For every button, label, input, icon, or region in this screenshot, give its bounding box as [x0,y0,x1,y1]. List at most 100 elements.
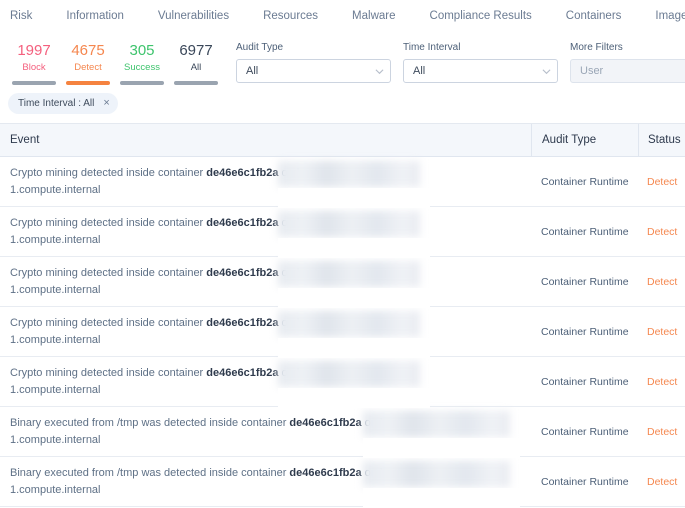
filter-chip-label: Time Interval : All [18,98,95,109]
tab-label: Malware [352,10,396,22]
tab-containers[interactable]: Containers [566,10,622,31]
time-interval-filter: Time Interval All [403,42,558,83]
column-header-event[interactable]: Event [0,124,531,156]
more-filters-value: User [580,65,604,77]
event-host-suffix: 1.compute.internal [10,334,101,346]
event-host-suffix: 1.compute.internal [10,384,101,396]
table-row[interactable]: Crypto mining detected inside container … [0,357,685,408]
filter-chip[interactable]: Time Interval : All × [8,93,118,114]
redacted-hostname [363,411,510,437]
stat-card-all[interactable]: 6977 All [170,42,222,85]
event-description: Crypto mining detected inside container … [10,165,531,182]
audit-events-table: Event Audit Type Status Crypto mining de… [0,123,685,508]
cell-status[interactable]: Detect [638,226,685,238]
cell-audit-type: Container Runtime [541,326,629,338]
redacted-hostname [278,261,420,287]
event-host-suffix: 1.compute.internal [10,234,101,246]
cell-audit-type: Container Runtime [541,276,629,288]
stat-label: Detect [74,62,102,73]
stat-value: 4675 [71,42,105,59]
status-summary-stats: 1997 Block 4675 Detect 305 Success 6977 All [8,42,224,85]
close-icon[interactable]: × [103,98,109,109]
event-description: Crypto mining detected inside container … [10,365,531,382]
tab-label: Vulnerabilities [157,10,230,22]
cell-status[interactable]: Detect [638,376,685,388]
cell-audit-type: Container Runtime [541,476,629,488]
stat-label: All [190,62,202,73]
cell-status[interactable]: Detect [638,276,685,288]
tab-label: Containers [565,10,622,22]
event-prefix: Crypto mining detected inside container [10,167,207,179]
tab-images[interactable]: Images [655,10,685,31]
redacted-hostname [278,311,420,337]
event-description: Crypto mining detected inside container … [10,265,531,282]
more-filters-label: More Filters [570,42,623,53]
audit-type-value: All [246,65,259,77]
cell-status[interactable]: Detect [638,326,685,338]
column-header-status[interactable]: Status [638,124,685,156]
container-id: de46e6c1fb2a [206,217,279,229]
table-row[interactable]: Binary executed from /tmp was detected i… [0,457,685,508]
stat-value: 6977 [179,42,213,59]
cell-event: Crypto mining detected inside container … [0,207,531,258]
tab-vulnerabilities[interactable]: Vulnerabilities [158,10,229,31]
stat-card-detect[interactable]: 4675 Detect [62,42,114,85]
event-prefix: Crypto mining detected inside container [10,367,207,379]
tab-malware[interactable]: Malware [352,10,395,31]
event-prefix: Binary executed from /tmp was detected i… [10,417,290,429]
redacted-hostname [278,361,420,387]
cell-audit-type: Container Runtime [541,376,629,388]
event-prefix: Binary executed from /tmp was detected i… [10,467,290,479]
time-interval-value: All [413,65,426,77]
event-host-suffix: 1.compute.internal [10,184,101,196]
tab-label: Information [66,10,124,22]
redaction-mask [363,438,520,458]
tab-information[interactable]: Information [66,10,124,31]
event-host-suffix: 1.compute.internal [10,284,101,296]
cell-audit-type: Container Runtime [541,226,629,238]
table-row[interactable]: Binary executed from /tmp was detected i… [0,407,685,458]
column-header-audit-type[interactable]: Audit Type [531,124,638,156]
tab-label: Images [655,10,685,22]
table-row[interactable]: Crypto mining detected inside container … [0,157,685,208]
container-id: de46e6c1fb2a [206,167,279,179]
tab-label: Compliance Results [429,10,532,22]
stat-indicator-bar [120,81,164,85]
cell-event: Crypto mining detected inside container … [0,307,531,358]
redacted-hostname [278,161,420,187]
cell-audit-type: Container Runtime [541,426,629,438]
stat-card-success[interactable]: 305 Success [116,42,168,85]
chevron-down-icon [542,67,551,76]
more-filters-select[interactable]: User [570,59,685,83]
stat-label: Block [22,62,46,73]
tab-compliance-results[interactable]: Compliance Results [430,10,532,31]
audit-type-select[interactable]: All [236,59,391,83]
cell-audit-type: Container Runtime [541,176,629,188]
stat-label: Success [124,62,160,73]
time-interval-select[interactable]: All [403,59,558,83]
redaction-mask [363,488,520,508]
tab-resources[interactable]: Resources [263,10,318,31]
event-description: Crypto mining detected inside container … [10,215,531,232]
table-header-row: Event Audit Type Status [0,124,685,157]
stat-indicator-bar [12,81,56,85]
row-divider [0,506,685,507]
stat-card-block[interactable]: 1997 Block [8,42,60,85]
filter-toolbar: 1997 Block 4675 Detect 305 Success 6977 All Aud… [0,34,685,85]
filter-controls: Audit Type All Time Interval All More Fi… [236,42,685,83]
cell-status[interactable]: Detect [638,426,685,438]
table-row[interactable]: Crypto mining detected inside container … [0,307,685,358]
redacted-hostname [363,461,510,487]
cell-event: Crypto mining detected inside container … [0,357,531,408]
tab-label: Risk [10,10,33,22]
container-id: de46e6c1fb2a [206,267,279,279]
more-filters-filter: More Filters User [570,42,685,83]
table-row[interactable]: Crypto mining detected inside container … [0,257,685,308]
redacted-hostname [278,211,420,237]
stat-value: 1997 [17,42,51,59]
redaction-mask [278,288,430,308]
cell-status[interactable]: Detect [638,476,685,488]
table-row[interactable]: Crypto mining detected inside container … [0,207,685,258]
tab-risk[interactable]: Risk [10,10,32,31]
cell-status[interactable]: Detect [638,176,685,188]
